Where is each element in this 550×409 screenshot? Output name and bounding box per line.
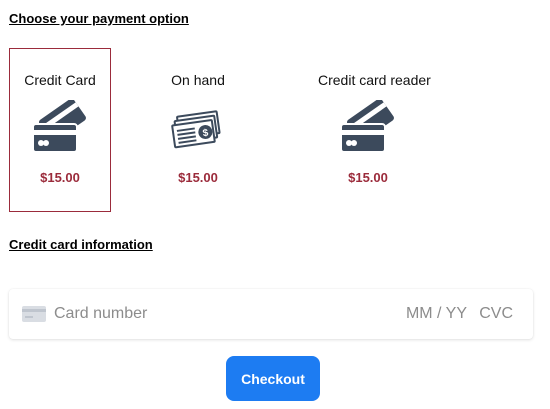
payment-option-label: Credit Card (24, 72, 96, 88)
payment-option-on-hand[interactable]: On hand $ $15.00 (147, 48, 249, 212)
credit-card-icon (340, 100, 394, 153)
payment-option-price: $15.00 (348, 170, 388, 185)
checkout-button[interactable]: Checkout (226, 356, 320, 401)
card-placeholder-icon (22, 306, 46, 322)
card-number-input[interactable] (54, 305, 254, 323)
cash-icon: $ (171, 110, 221, 149)
payment-option-credit-card[interactable]: Credit Card $15.00 (9, 48, 111, 212)
payment-section-title: Choose your payment option (9, 11, 189, 26)
payment-option-price: $15.00 (40, 170, 80, 185)
credit-card-icon (32, 100, 86, 153)
payment-option-label: On hand (171, 72, 225, 88)
card-info-section-title: Credit card information (9, 237, 153, 252)
payment-option-credit-card-reader[interactable]: Credit card reader $15.00 (317, 48, 431, 212)
card-input-field[interactable] (9, 289, 533, 339)
payment-option-price: $15.00 (178, 170, 218, 185)
payment-option-label: Credit card reader (318, 72, 431, 88)
expiry-input[interactable] (403, 305, 467, 323)
cvc-input[interactable] (477, 305, 513, 323)
